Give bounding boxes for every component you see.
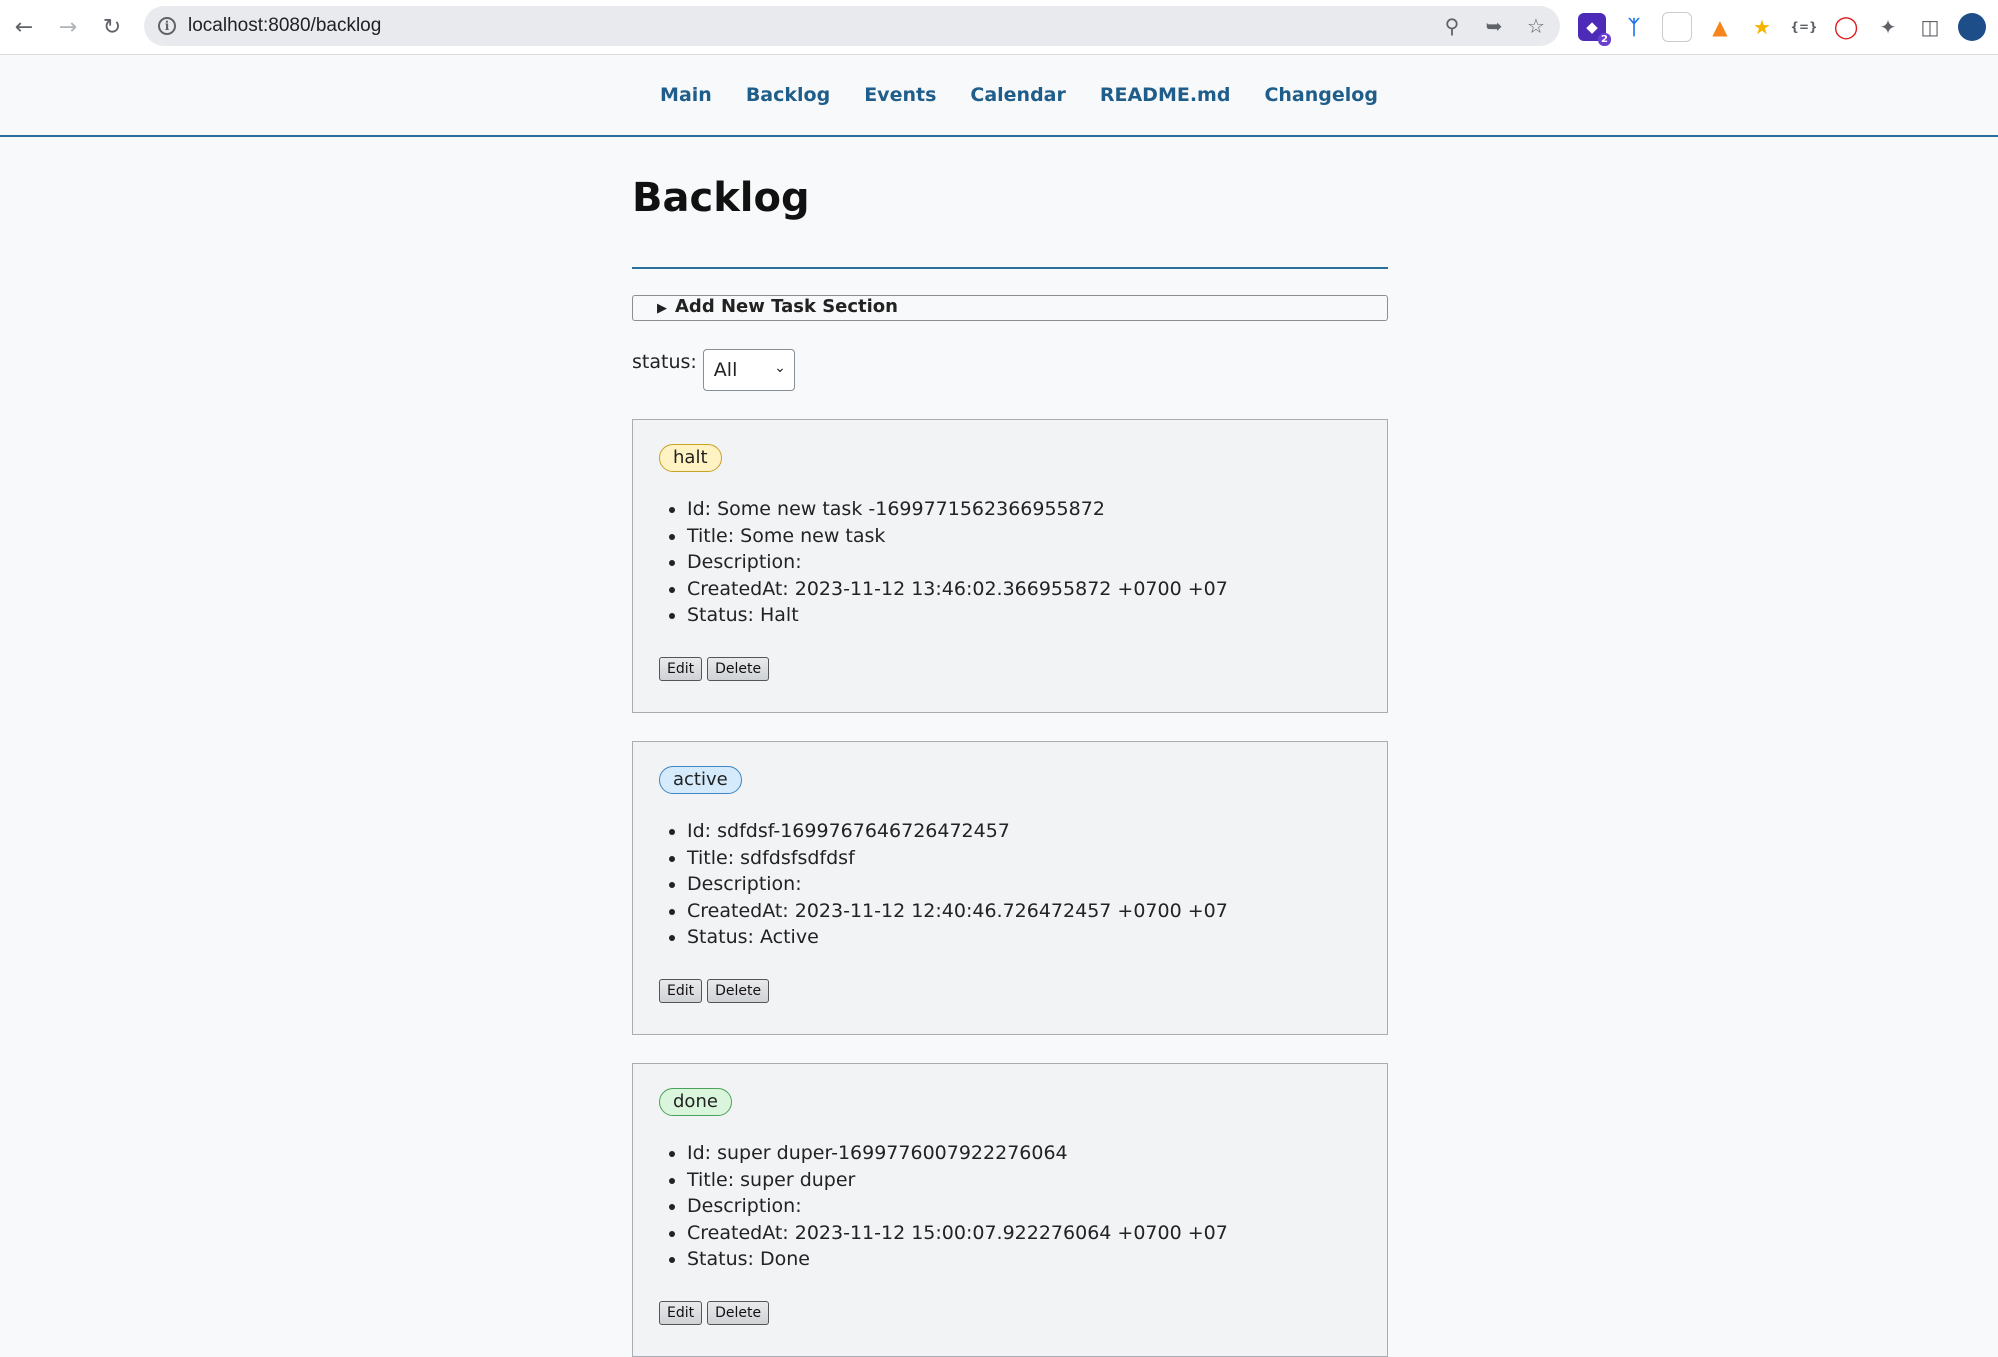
- extension-stack-icon[interactable]: ◆ 2: [1578, 13, 1611, 46]
- task-details: Id: super duper-1699776007922276064 Titl…: [659, 1140, 1361, 1273]
- disclosure-triangle-icon: ▶: [657, 301, 667, 316]
- task-title: Title: sdfdsfsdfdsf: [687, 845, 1361, 872]
- task-card: done Id: super duper-1699776007922276064…: [632, 1063, 1388, 1357]
- nav-link-events[interactable]: Events: [864, 84, 936, 106]
- site-info-icon[interactable]: i: [158, 17, 176, 35]
- back-arrow-icon[interactable]: ←: [4, 7, 44, 47]
- nav-link-backlog[interactable]: Backlog: [746, 84, 830, 106]
- extension-lock-icon[interactable]: ★: [1748, 13, 1776, 41]
- task-description: Description:: [687, 1193, 1361, 1220]
- site-nav: Main Backlog Events Calendar README.md C…: [0, 55, 1998, 137]
- task-id: Id: Some new task -1699771562366955872: [687, 496, 1361, 523]
- status-select[interactable]: All ⌄: [702, 349, 795, 391]
- task-details: Id: sdfdsf-1699767646726472457 Title: sd…: [659, 818, 1361, 951]
- extension-blank-icon[interactable]: [1662, 12, 1692, 42]
- task-card: active Id: sdfdsf-1699767646726472457 Ti…: [632, 741, 1388, 1035]
- task-id: Id: sdfdsf-1699767646726472457: [687, 818, 1361, 845]
- page-title: Backlog: [632, 175, 810, 221]
- delete-button[interactable]: Delete: [707, 978, 770, 1003]
- add-task-section[interactable]: ▶ Add New Task Section: [632, 295, 1388, 321]
- add-task-section-toggle[interactable]: ▶ Add New Task Section: [633, 294, 898, 322]
- delete-button[interactable]: Delete: [707, 1300, 770, 1325]
- forward-arrow-icon[interactable]: →: [48, 7, 88, 47]
- nav-link-main[interactable]: Main: [660, 84, 712, 106]
- reload-icon[interactable]: ↻: [92, 7, 132, 47]
- task-card: halt Id: Some new task -1699771562366955…: [632, 419, 1388, 713]
- json-braces-icon[interactable]: {=}: [1790, 13, 1818, 41]
- opera-icon[interactable]: ◯: [1832, 13, 1860, 41]
- profile-avatar-icon[interactable]: [1958, 13, 1986, 41]
- task-description: Description:: [687, 549, 1361, 576]
- chevron-down-icon: ⌄: [774, 360, 786, 376]
- extensions-bar: ◆ 2 ᛉ ▲ ★ {=} ◯ ✦ ◫: [1578, 12, 1986, 46]
- edit-button[interactable]: Edit: [659, 656, 703, 681]
- status-badge: active: [659, 766, 742, 794]
- task-status: Status: Active: [687, 924, 1361, 951]
- address-bar[interactable]: i localhost:8080/backlog ⚲ ➥ ☆: [144, 6, 1560, 46]
- task-description: Description:: [687, 871, 1361, 898]
- puzzle-icon[interactable]: ✦: [1874, 13, 1902, 41]
- task-created-at: CreatedAt: 2023-11-12 12:40:46.726472457…: [687, 898, 1361, 925]
- task-created-at: CreatedAt: 2023-11-12 15:00:07.922276064…: [687, 1220, 1361, 1247]
- edit-button[interactable]: Edit: [659, 1300, 703, 1325]
- task-id: Id: super duper-1699776007922276064: [687, 1140, 1361, 1167]
- extension-y-icon[interactable]: ᛉ: [1620, 13, 1648, 41]
- task-status: Status: Halt: [687, 602, 1361, 629]
- title-divider: [632, 267, 1388, 269]
- add-task-section-label: Add New Task Section: [675, 296, 898, 317]
- url-text[interactable]: localhost:8080/backlog: [188, 15, 381, 37]
- share-icon[interactable]: ➥: [1482, 14, 1506, 38]
- task-status: Status: Done: [687, 1246, 1361, 1273]
- status-badge: halt: [659, 444, 722, 472]
- task-title: Title: Some new task: [687, 523, 1361, 550]
- edit-button[interactable]: Edit: [659, 978, 703, 1003]
- task-title: Title: super duper: [687, 1167, 1361, 1194]
- side-panel-icon[interactable]: ◫: [1916, 13, 1944, 41]
- metamask-fox-icon[interactable]: ▲: [1706, 13, 1734, 41]
- zoom-icon[interactable]: ⚲: [1440, 14, 1464, 38]
- status-select-value: All: [713, 359, 738, 381]
- delete-button[interactable]: Delete: [707, 656, 770, 681]
- status-filter-label: status:: [632, 351, 697, 373]
- main-content: Backlog ▶ Add New Task Section status: Al…: [632, 137, 1388, 1357]
- nav-link-readme[interactable]: README.md: [1100, 84, 1231, 106]
- status-badge: done: [659, 1088, 732, 1116]
- task-details: Id: Some new task -1699771562366955872 T…: [659, 496, 1361, 629]
- bookmark-star-icon[interactable]: ☆: [1524, 14, 1548, 38]
- task-created-at: CreatedAt: 2023-11-12 13:46:02.366955872…: [687, 576, 1361, 603]
- nav-link-changelog[interactable]: Changelog: [1264, 84, 1377, 106]
- browser-toolbar: ← → ↻ i localhost:8080/backlog ⚲ ➥ ☆ ◆ 2 …: [0, 0, 1998, 55]
- nav-link-calendar[interactable]: Calendar: [970, 84, 1065, 106]
- status-filter: status: All ⌄: [632, 349, 1388, 391]
